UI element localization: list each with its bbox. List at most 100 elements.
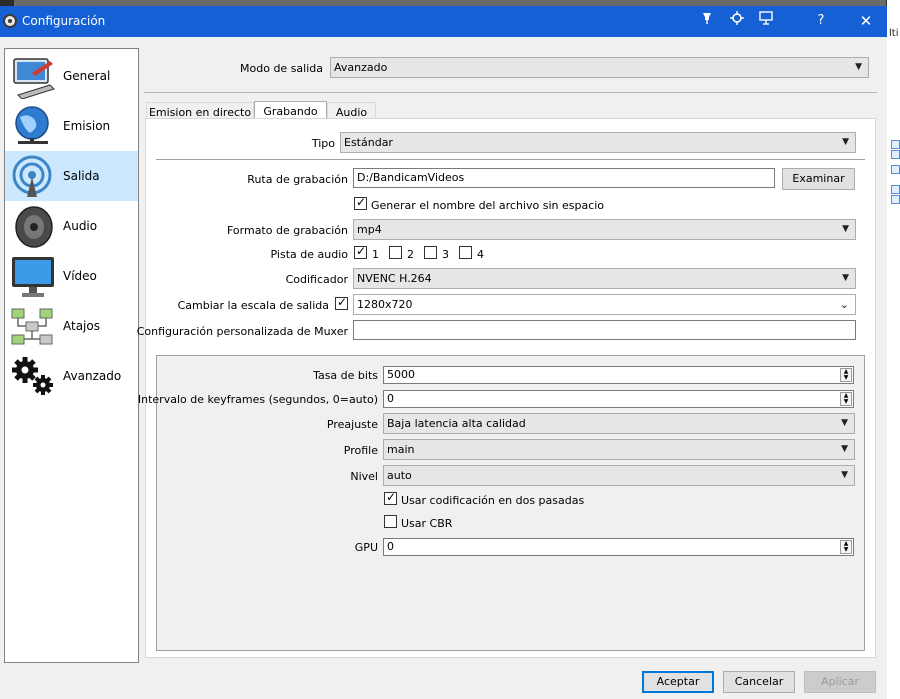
divider: [144, 92, 877, 93]
cbr-label: Usar CBR: [401, 517, 453, 530]
audio-track-4-label: 4: [477, 248, 484, 261]
network-icon: [11, 308, 53, 345]
type-select[interactable]: Estándar ▼: [340, 132, 856, 153]
obs-app-icon: [3, 14, 17, 28]
sidebar-item-emision[interactable]: Emision: [5, 101, 138, 151]
screen-icon[interactable]: [756, 11, 776, 31]
sidebar-item-label: Vídeo: [63, 269, 97, 283]
audio-track-3-label: 3: [442, 248, 449, 261]
chevron-down-icon: ▼: [841, 418, 848, 428]
chevron-down-icon: ▼: [855, 62, 862, 72]
browse-button[interactable]: Examinar: [782, 168, 855, 190]
no-space-checkbox[interactable]: [354, 195, 367, 210]
background-app-control: [891, 195, 900, 204]
audio-track-2-label: 2: [407, 248, 414, 261]
audio-track-1-checkbox[interactable]: [354, 244, 367, 259]
window-title: Configuración: [22, 14, 106, 28]
gears-icon: [12, 357, 53, 395]
sidebar-item-audio[interactable]: Audio: [5, 201, 138, 251]
rescale-checkbox[interactable]: [335, 295, 348, 310]
pin-icon[interactable]: [697, 11, 717, 31]
sidebar-item-label: Audio: [63, 219, 98, 233]
divider: [156, 159, 865, 160]
audio-track-label: Pista de audio: [270, 248, 348, 261]
encoder-label: Codificador: [285, 273, 348, 286]
type-value: Estándar: [344, 136, 393, 149]
audio-track-3-checkbox[interactable]: [424, 246, 437, 259]
monitor-icon: [12, 257, 54, 297]
bitrate-spinbox[interactable]: 5000 ▲ ▼: [383, 366, 854, 384]
broadcast-icon: [12, 155, 52, 197]
chevron-down-icon: ▼: [842, 273, 849, 283]
sidebar-item-label: Emision: [63, 119, 111, 133]
muxer-label: Configuración personalizada de Muxer: [136, 325, 348, 338]
audio-track-1-label: 1: [372, 248, 379, 261]
sidebar-item-salida[interactable]: Salida: [5, 151, 138, 201]
chevron-down-icon: ▼: [842, 224, 849, 234]
crosshair-icon[interactable]: [727, 11, 747, 31]
output-mode-select[interactable]: Avanzado ▼: [330, 57, 869, 78]
background-app-control: [891, 140, 900, 149]
level-select[interactable]: auto ▼: [383, 465, 855, 486]
profile-value: main: [387, 443, 415, 456]
preset-select[interactable]: Baja latencia alta calidad ▼: [383, 413, 855, 434]
encoder-select[interactable]: NVENC H.264 ▼: [353, 268, 856, 289]
gpu-spinbox[interactable]: 0 ▲ ▼: [383, 538, 854, 556]
chevron-down-icon: ▼: [842, 137, 849, 147]
background-app-control: [891, 165, 900, 174]
sidebar-item-atajos[interactable]: Atajos: [5, 301, 138, 351]
close-button[interactable]: ✕: [856, 11, 876, 31]
background-app-text: lti: [889, 28, 899, 39]
audio-track-4-checkbox[interactable]: [459, 246, 472, 259]
recording-path-input[interactable]: D:/BandicamVideos: [353, 168, 775, 188]
spin-arrows-icon[interactable]: ▲ ▼: [840, 392, 852, 406]
output-mode-label: Modo de salida: [240, 62, 323, 75]
preset-value: Baja latencia alta calidad: [387, 417, 526, 430]
muxer-input[interactable]: [353, 320, 856, 340]
chevron-down-icon: ⌄: [839, 298, 849, 311]
background-app-control: [891, 150, 900, 159]
preset-label: Preajuste: [326, 418, 378, 431]
sidebar-item-label: Salida: [63, 169, 100, 183]
chevron-down-icon: ▼: [841, 470, 848, 480]
two-pass-checkbox[interactable]: [384, 490, 397, 505]
format-label: Formato de grabación: [226, 224, 348, 237]
level-value: auto: [387, 469, 412, 482]
output-mode-value: Avanzado: [334, 61, 388, 74]
sidebar-item-label: Atajos: [63, 319, 100, 333]
title-bar[interactable]: Configuración ? ✕: [0, 6, 887, 37]
audio-track-2-checkbox[interactable]: [389, 246, 402, 259]
speaker-icon: [15, 206, 53, 248]
sidebar-item-avanzado[interactable]: Avanzado: [5, 351, 138, 401]
level-label: Nivel: [350, 470, 378, 483]
sidebar-item-label: General: [63, 69, 111, 83]
two-pass-label: Usar codificación en dos pasadas: [401, 494, 585, 507]
rescale-select[interactable]: 1280x720 ⌄: [353, 294, 856, 315]
chevron-down-icon: ▼: [841, 444, 848, 454]
profile-select[interactable]: main ▼: [383, 439, 855, 460]
cancel-button[interactable]: Cancelar: [723, 671, 795, 693]
spin-arrows-icon[interactable]: ▲ ▼: [840, 540, 852, 554]
keyframe-value: 0: [387, 392, 394, 405]
bitrate-value: 5000: [387, 368, 415, 381]
spin-arrows-icon[interactable]: ▲ ▼: [840, 368, 852, 382]
gpu-label: GPU: [354, 541, 378, 554]
no-space-label: Generar el nombre del archivo sin espaci…: [371, 199, 605, 212]
keyframe-spinbox[interactable]: 0 ▲ ▼: [383, 390, 854, 408]
cbr-checkbox[interactable]: [384, 515, 397, 528]
profile-label: Profile: [343, 444, 378, 457]
bitrate-label: Tasa de bits: [313, 369, 378, 382]
encoder-value: NVENC H.264: [357, 272, 432, 285]
sidebar-item-video[interactable]: Vídeo: [5, 251, 138, 301]
background-app-control: [891, 185, 900, 194]
rescale-value: 1280x720: [357, 298, 413, 311]
keyframe-label: Intervalo de keyframes (segundos, 0=auto…: [137, 393, 378, 406]
apply-button[interactable]: Aplicar: [804, 671, 876, 693]
sidebar-item-label: Avanzado: [63, 369, 122, 383]
sidebar-item-general[interactable]: General: [5, 51, 138, 101]
help-button[interactable]: ?: [811, 11, 831, 31]
recording-path-label: Ruta de grabación: [247, 173, 348, 186]
type-label: Tipo: [311, 137, 335, 150]
accept-button[interactable]: Aceptar: [642, 671, 714, 693]
format-select[interactable]: mp4 ▼: [353, 219, 856, 240]
